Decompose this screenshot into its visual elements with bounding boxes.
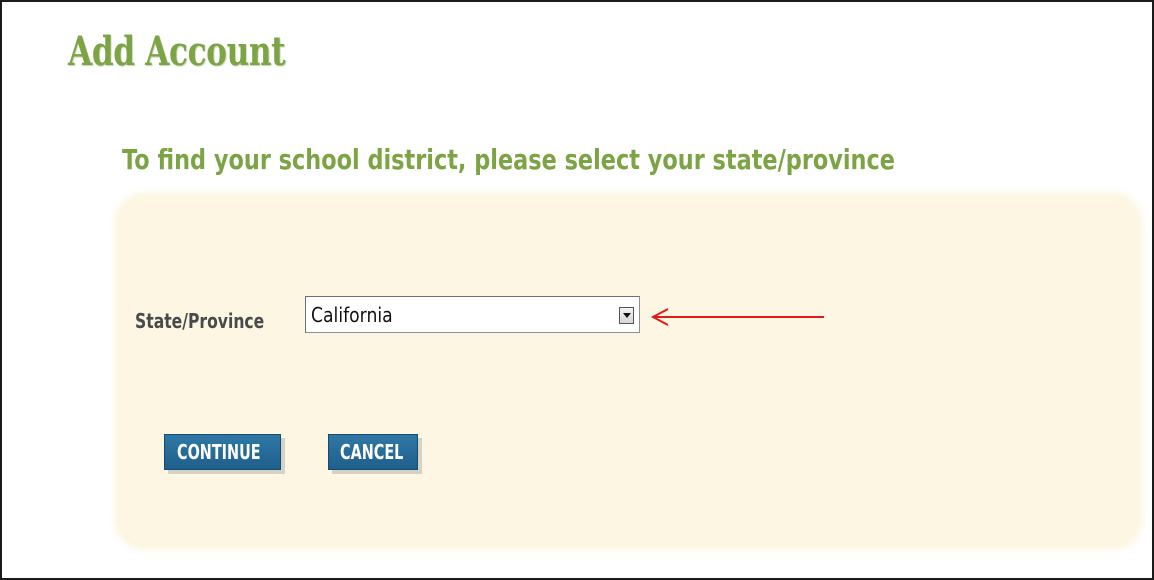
state-form-panel: State/Province California CONTINUE CANCE…	[117, 195, 1140, 547]
window-frame: Add Account To find your school district…	[0, 0, 1154, 580]
cancel-button-label: CANCEL	[340, 440, 404, 464]
state-selected-value: California	[311, 303, 393, 327]
continue-button[interactable]: CONTINUE	[164, 434, 281, 470]
state-province-label: State/Province	[135, 309, 265, 333]
continue-button-label: CONTINUE	[177, 440, 261, 464]
instructions-heading: To find your school district, please sel…	[122, 143, 895, 176]
state-province-select[interactable]: California	[305, 296, 640, 333]
cancel-button[interactable]: CANCEL	[328, 434, 418, 470]
chevron-down-icon[interactable]	[619, 307, 634, 324]
dropdown-triangle	[623, 313, 631, 318]
red-arrow-left-icon	[650, 308, 824, 326]
page-title: Add Account	[68, 28, 286, 75]
